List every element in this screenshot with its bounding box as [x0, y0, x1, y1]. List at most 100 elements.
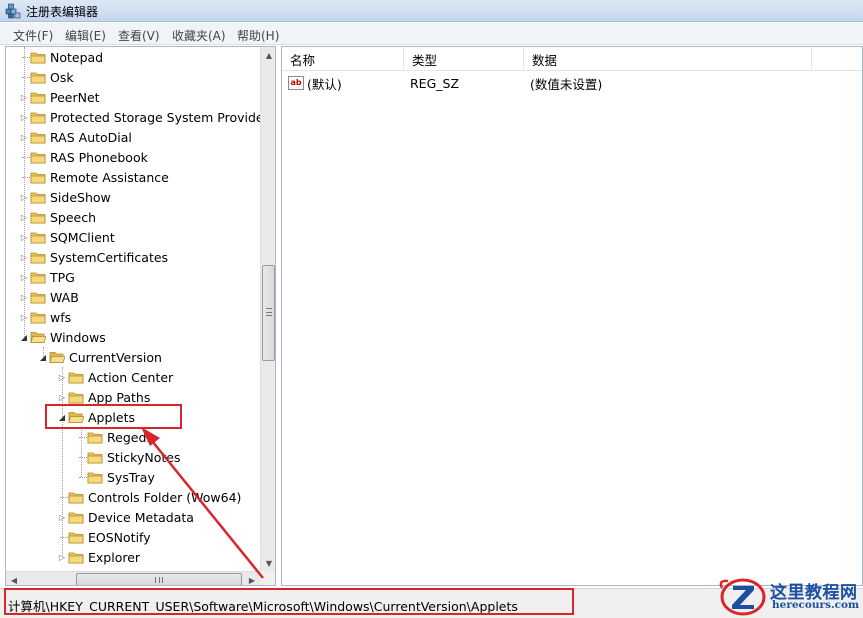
- tree-item-label: wfs: [50, 309, 72, 325]
- tree-item-osk[interactable]: Osk: [18, 67, 74, 87]
- value-type: REG_SZ: [410, 75, 460, 91]
- expand-arrow-icon[interactable]: ▷: [18, 247, 30, 267]
- tree-item-label: RAS AutoDial: [50, 129, 132, 145]
- folder-icon: [87, 449, 103, 465]
- folder-icon: [30, 289, 46, 305]
- expand-arrow-icon[interactable]: ▷: [18, 227, 30, 247]
- scroll-corner: [260, 571, 275, 585]
- folder-icon: [30, 129, 46, 145]
- menu-edit[interactable]: 编辑(E): [61, 26, 110, 45]
- menu-bar: 文件(F) 编辑(E) 查看(V) 收藏夹(A) 帮助(H): [0, 23, 863, 45]
- tree-line-spacer: [18, 47, 30, 67]
- scroll-down-icon[interactable]: ▼: [261, 555, 275, 571]
- tree-item-wab[interactable]: ▷ WAB: [18, 287, 79, 307]
- tree-item-label: Protected Storage System Provider: [50, 109, 260, 125]
- registry-tree: Notepad Osk ▷ PeerNet ▷ Protected Storage Sys…: [6, 47, 260, 571]
- tree-line-spacer: [75, 467, 87, 487]
- folder-icon: [68, 509, 84, 525]
- expand-arrow-icon[interactable]: ▷: [18, 107, 30, 127]
- tree-item-label: App Paths: [88, 389, 151, 405]
- column-header-type[interactable]: 类型: [404, 47, 524, 71]
- tree-item-label: Osk: [50, 69, 74, 85]
- scroll-left-icon[interactable]: ◀: [6, 572, 22, 585]
- expand-arrow-icon[interactable]: ▷: [56, 547, 68, 567]
- tree-item-sideshow[interactable]: ▷ SideShow: [18, 187, 111, 207]
- tree-item-peernet[interactable]: ▷ PeerNet: [18, 87, 100, 107]
- scroll-right-icon[interactable]: ▶: [244, 572, 260, 585]
- tree-item-windows[interactable]: ◢ Windows: [18, 327, 106, 347]
- tree-item-label: EOSNotify: [88, 529, 151, 545]
- expand-arrow-icon[interactable]: ▷: [18, 187, 30, 207]
- tree-item-controls-folder-wow64[interactable]: Controls Folder (Wow64): [56, 487, 241, 507]
- tree-item-ras-phonebook[interactable]: RAS Phonebook: [18, 147, 148, 167]
- folder-icon: [68, 489, 84, 505]
- vertical-scroll-thumb[interactable]: [262, 265, 275, 361]
- tree-item-systemcertificates[interactable]: ▷ SystemCertificates: [18, 247, 168, 267]
- horizontal-scrollbar[interactable]: ◀ ▶: [6, 571, 260, 585]
- grip-icon: [155, 577, 163, 583]
- tree-item-sqmclient[interactable]: ▷ SQMClient: [18, 227, 115, 247]
- tree-item-label: SQMClient: [50, 229, 115, 245]
- menu-help[interactable]: 帮助(H): [233, 26, 283, 45]
- tree-item-stickynotes[interactable]: StickyNotes: [75, 447, 180, 467]
- tree-item-label: TPG: [50, 269, 75, 285]
- tree-item-wfs[interactable]: ▷ wfs: [18, 307, 71, 327]
- tree-item-eosnotify[interactable]: EOSNotify: [56, 527, 151, 547]
- tree-item-currentversion[interactable]: ◢ CurrentVersion: [37, 347, 162, 367]
- menu-favorites[interactable]: 收藏夹(A): [168, 26, 230, 45]
- expand-arrow-icon[interactable]: ▷: [18, 287, 30, 307]
- collapse-arrow-icon[interactable]: ◢: [18, 327, 30, 347]
- tree-item-speech[interactable]: ▷ Speech: [18, 207, 96, 227]
- expand-arrow-icon[interactable]: ▷: [18, 307, 30, 327]
- tree-item-notepad[interactable]: Notepad: [18, 47, 103, 67]
- vertical-scrollbar[interactable]: ▲ ▼: [260, 47, 275, 571]
- folder-icon: [30, 149, 46, 165]
- column-header-name[interactable]: 名称: [282, 47, 404, 71]
- expand-arrow-icon[interactable]: ▷: [18, 127, 30, 147]
- tree-item-label: Explorer: [88, 549, 141, 565]
- tree-item-label: Regedit: [107, 429, 155, 445]
- tree-item-label: Action Center: [88, 369, 174, 385]
- expand-arrow-icon[interactable]: ▷: [56, 367, 68, 387]
- menu-view[interactable]: 查看(V): [114, 26, 164, 45]
- expand-arrow-icon[interactable]: ▷: [18, 87, 30, 107]
- horizontal-scroll-thumb[interactable]: [76, 573, 242, 585]
- expand-arrow-icon[interactable]: ▷: [18, 267, 30, 287]
- tree-item-action-center[interactable]: ▷ Action Center: [56, 367, 173, 387]
- expand-arrow-icon[interactable]: ▷: [18, 207, 30, 227]
- tree-item-protected-storage-system-provider[interactable]: ▷ Protected Storage System Provider: [18, 107, 260, 127]
- tree-line-spacer: [18, 67, 30, 87]
- folder-icon: [68, 389, 84, 405]
- folder-icon: [30, 109, 46, 125]
- collapse-arrow-icon[interactable]: ◢: [37, 347, 49, 367]
- folder-icon: [30, 249, 46, 265]
- tree-item-device-metadata[interactable]: ▷ Device Metadata: [56, 507, 194, 527]
- folder-icon: [30, 309, 46, 325]
- tree-item-tpg[interactable]: ▷ TPG: [18, 267, 75, 287]
- tree-item-systray[interactable]: SysTray: [75, 467, 155, 487]
- registry-values-pane: 名称 类型 数据 ab (默认) REG_SZ (数值未设置): [281, 46, 863, 586]
- scroll-up-icon[interactable]: ▲: [261, 47, 275, 63]
- list-item[interactable]: ab (默认) REG_SZ (数值未设置): [282, 73, 862, 93]
- tree-item-label: SysTray: [107, 469, 155, 485]
- folder-icon: [68, 369, 84, 385]
- tree-item-regedit[interactable]: Regedit: [75, 427, 155, 447]
- tree-item-ras-autodial[interactable]: ▷ RAS AutoDial: [18, 127, 132, 147]
- folder-icon: [30, 269, 46, 285]
- expand-arrow-icon[interactable]: ▷: [56, 507, 68, 527]
- tree-item-label: Controls Folder (Wow64): [88, 489, 242, 505]
- window-title: 注册表编辑器: [26, 5, 99, 19]
- registry-editor-icon: [5, 3, 21, 19]
- highlight-box-applets: [45, 404, 182, 429]
- column-header-data[interactable]: 数据: [524, 47, 812, 71]
- tree-item-explorer[interactable]: ▷ Explorer: [56, 547, 140, 567]
- tree-line-spacer: [56, 527, 68, 547]
- menu-file[interactable]: 文件(F): [9, 26, 57, 45]
- tree-item-remote-assistance[interactable]: Remote Assistance: [18, 167, 169, 187]
- folder-icon: [30, 209, 46, 225]
- open-folder-icon: [30, 329, 47, 345]
- tree-line-spacer: [75, 447, 87, 467]
- tree-line-spacer: [18, 147, 30, 167]
- value-name: (默认): [307, 76, 342, 92]
- tree-item-label: StickyNotes: [107, 449, 181, 465]
